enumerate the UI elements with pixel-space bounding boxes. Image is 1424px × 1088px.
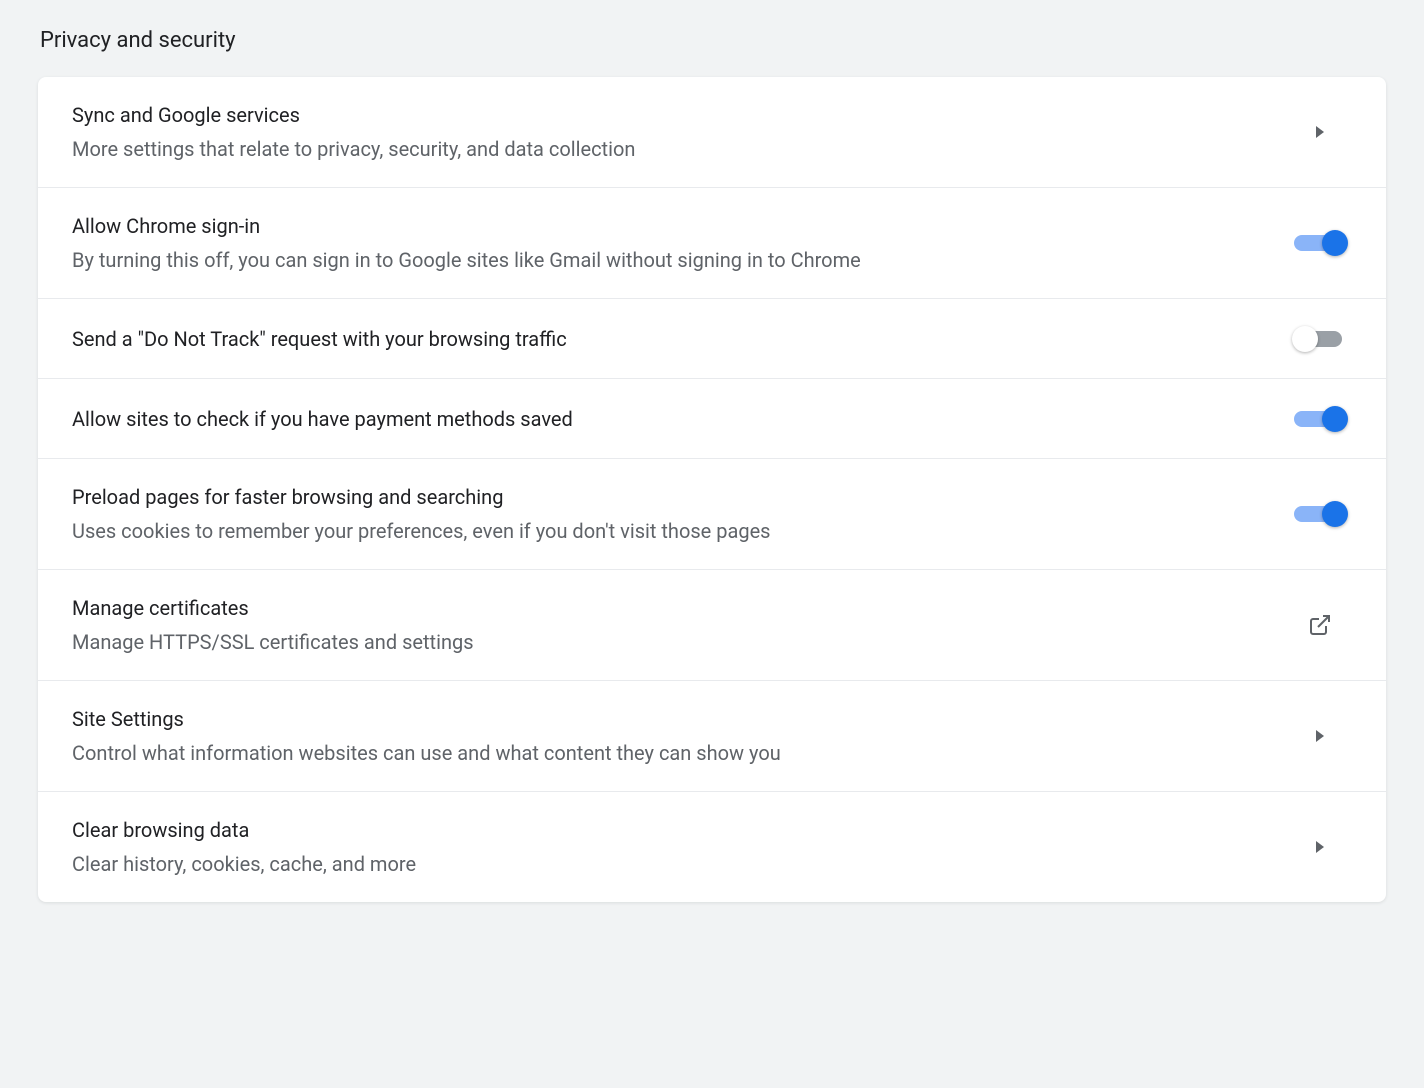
row-manage-certificates[interactable]: Manage certificates Manage HTTPS/SSL cer… bbox=[38, 570, 1386, 681]
row-text: Send a "Do Not Track" request with your … bbox=[72, 325, 1290, 353]
row-action bbox=[1290, 126, 1350, 138]
row-subtitle: By turning this off, you can sign in to … bbox=[72, 246, 1290, 274]
row-action bbox=[1290, 730, 1350, 742]
row-subtitle: Clear history, cookies, cache, and more bbox=[72, 850, 1290, 878]
row-title: Preload pages for faster browsing and se… bbox=[72, 483, 1290, 511]
row-subtitle: Uses cookies to remember your preference… bbox=[72, 517, 1290, 545]
toggle-check-payment-methods[interactable] bbox=[1294, 406, 1346, 432]
row-text: Site Settings Control what information w… bbox=[72, 705, 1290, 767]
external-link-icon bbox=[1308, 613, 1332, 637]
row-text: Allow sites to check if you have payment… bbox=[72, 405, 1290, 433]
row-text: Clear browsing data Clear history, cooki… bbox=[72, 816, 1290, 878]
row-subtitle: Manage HTTPS/SSL certificates and settin… bbox=[72, 628, 1290, 656]
row-preload-pages[interactable]: Preload pages for faster browsing and se… bbox=[38, 459, 1386, 570]
row-title: Site Settings bbox=[72, 705, 1290, 733]
chevron-right-icon bbox=[1316, 841, 1324, 853]
row-site-settings[interactable]: Site Settings Control what information w… bbox=[38, 681, 1386, 792]
toggle-knob bbox=[1322, 230, 1348, 256]
row-subtitle: More settings that relate to privacy, se… bbox=[72, 135, 1290, 163]
row-action bbox=[1290, 230, 1350, 256]
row-title: Clear browsing data bbox=[72, 816, 1290, 844]
row-title: Sync and Google services bbox=[72, 101, 1290, 129]
chevron-right-icon bbox=[1316, 126, 1324, 138]
row-text: Sync and Google services More settings t… bbox=[72, 101, 1290, 163]
toggle-knob bbox=[1322, 406, 1348, 432]
row-text: Preload pages for faster browsing and se… bbox=[72, 483, 1290, 545]
row-text: Allow Chrome sign-in By turning this off… bbox=[72, 212, 1290, 274]
row-title: Send a "Do Not Track" request with your … bbox=[72, 325, 1290, 353]
section-title: Privacy and security bbox=[0, 0, 1424, 77]
row-action bbox=[1290, 613, 1350, 637]
row-clear-browsing-data[interactable]: Clear browsing data Clear history, cooki… bbox=[38, 792, 1386, 902]
row-check-payment-methods[interactable]: Allow sites to check if you have payment… bbox=[38, 379, 1386, 459]
row-title: Allow sites to check if you have payment… bbox=[72, 405, 1290, 433]
settings-card: Sync and Google services More settings t… bbox=[38, 77, 1386, 902]
toggle-allow-chrome-signin[interactable] bbox=[1294, 230, 1346, 256]
row-sync-google-services[interactable]: Sync and Google services More settings t… bbox=[38, 77, 1386, 188]
row-do-not-track[interactable]: Send a "Do Not Track" request with your … bbox=[38, 299, 1386, 379]
row-title: Allow Chrome sign-in bbox=[72, 212, 1290, 240]
row-action bbox=[1290, 501, 1350, 527]
row-action bbox=[1290, 841, 1350, 853]
row-title: Manage certificates bbox=[72, 594, 1290, 622]
toggle-preload-pages[interactable] bbox=[1294, 501, 1346, 527]
toggle-do-not-track[interactable] bbox=[1294, 326, 1346, 352]
row-text: Manage certificates Manage HTTPS/SSL cer… bbox=[72, 594, 1290, 656]
row-allow-chrome-signin[interactable]: Allow Chrome sign-in By turning this off… bbox=[38, 188, 1386, 299]
row-action bbox=[1290, 326, 1350, 352]
row-subtitle: Control what information websites can us… bbox=[72, 739, 1290, 767]
toggle-knob bbox=[1292, 326, 1318, 352]
toggle-knob bbox=[1322, 501, 1348, 527]
chevron-right-icon bbox=[1316, 730, 1324, 742]
row-action bbox=[1290, 406, 1350, 432]
